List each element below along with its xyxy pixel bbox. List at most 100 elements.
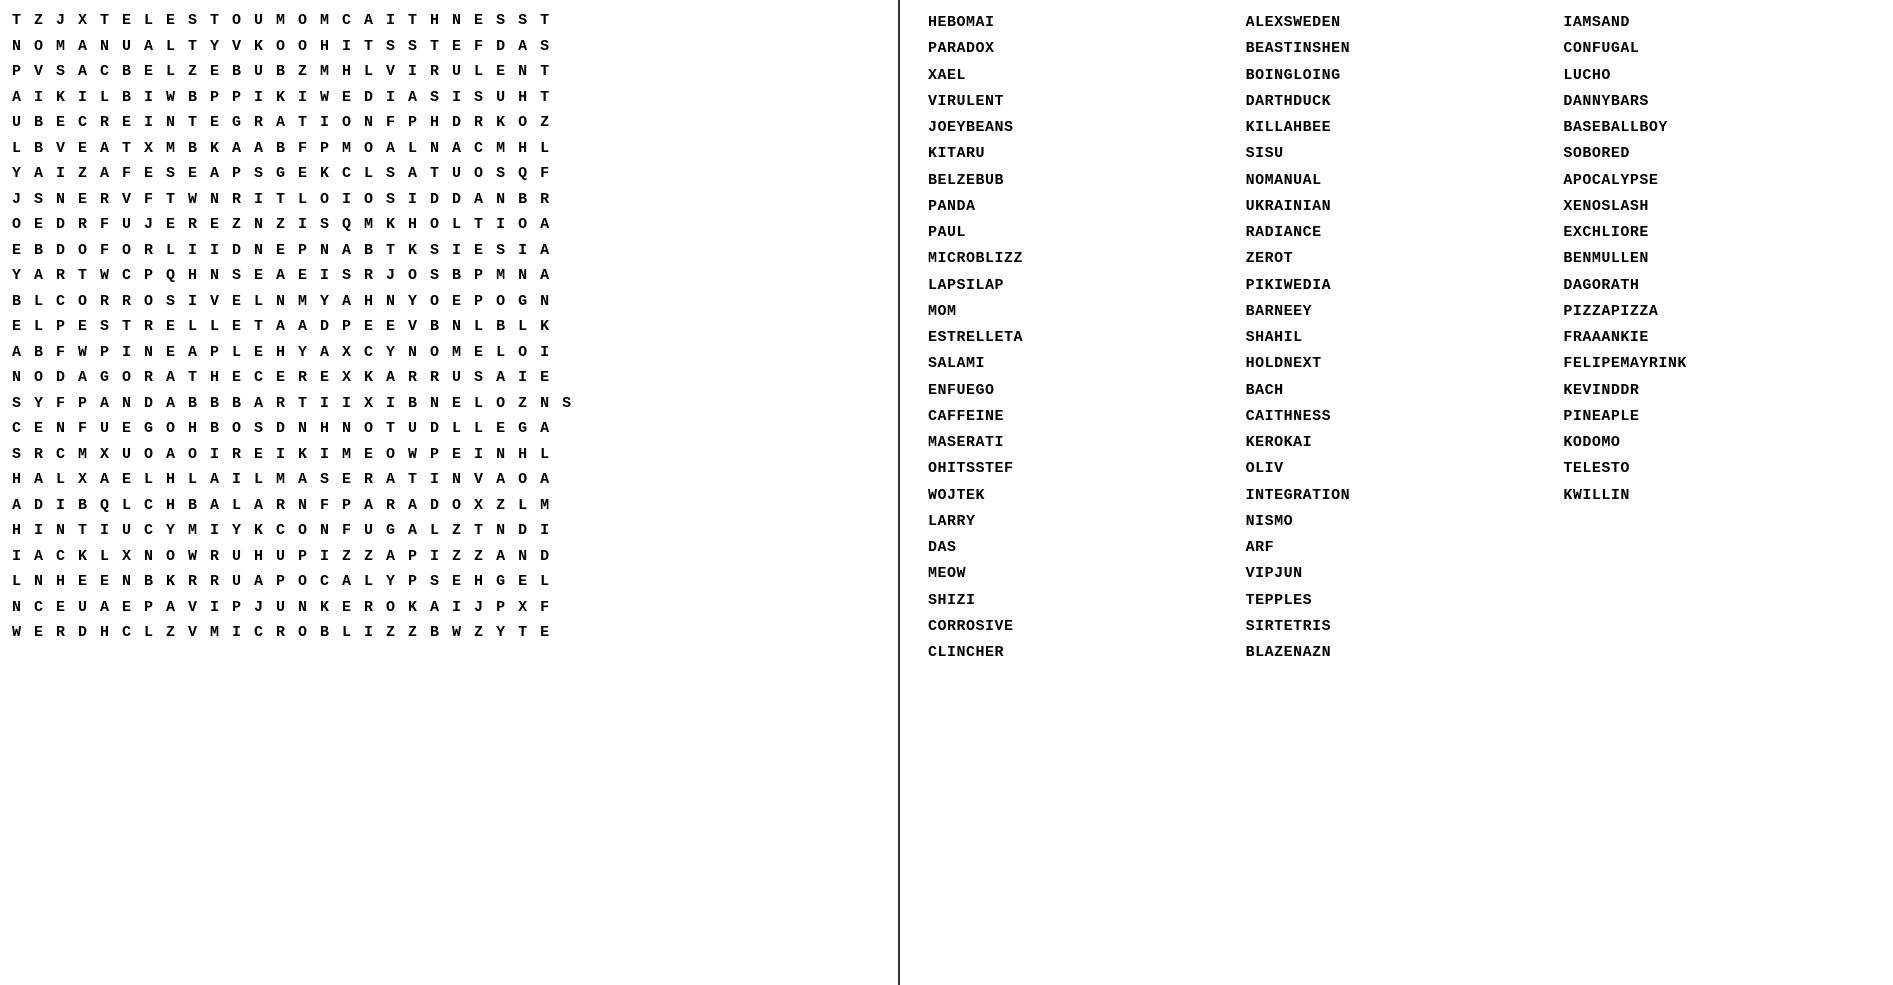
word-list-item: TELESTO: [1563, 456, 1865, 482]
word-list-col3: IAMSANDCONFUGALLUCHODANNYBARSBASEBALLBOY…: [1555, 8, 1873, 668]
word-list-item: CONFUGAL: [1563, 36, 1865, 62]
grid-row: H I N T I U C Y M I Y K C O N F U G A L …: [12, 518, 886, 544]
word-list-item: NOMANUAL: [1246, 168, 1548, 194]
word-list-item: PAUL: [928, 220, 1230, 246]
word-list-item: LUCHO: [1563, 63, 1865, 89]
word-list-item: MOM: [928, 299, 1230, 325]
grid-row: U B E C R E I N T E G R A T I O N F P H …: [12, 110, 886, 136]
word-list-item: VIPJUN: [1246, 561, 1548, 587]
grid-row: E B D O F O R L I I D N E P N A B T K S …: [12, 238, 886, 264]
word-list-item: DANNYBARS: [1563, 89, 1865, 115]
word-list-item: FRAAANKIE: [1563, 325, 1865, 351]
word-list-item: BACH: [1246, 378, 1548, 404]
word-list-item: RADIANCE: [1246, 220, 1548, 246]
word-list-panel: HEBOMAIPARADOXXAELVIRULENTJOEYBEANSKITAR…: [900, 0, 1893, 985]
grid-row: P V S A C B E L Z E B U B Z M H L V I R …: [12, 59, 886, 85]
grid-row: W E R D H C L Z V M I C R O B L I Z Z B …: [12, 620, 886, 646]
grid-row: A I K I L B I W B P P I K I W E D I A S …: [12, 85, 886, 111]
word-list-item: LAPSILAP: [928, 273, 1230, 299]
word-list-item: KEROKAI: [1246, 430, 1548, 456]
word-list-item: KEVINDDR: [1563, 378, 1865, 404]
word-list-item: OHITSSTEF: [928, 456, 1230, 482]
word-list-item: BARNEEY: [1246, 299, 1548, 325]
word-list-item: SIRTETRIS: [1246, 614, 1548, 640]
word-list-item: KITARU: [928, 141, 1230, 167]
word-list-item: LARRY: [928, 509, 1230, 535]
grid-row: S Y F P A N D A B B B A R T I I X I B N …: [12, 391, 886, 417]
word-list-item: PANDA: [928, 194, 1230, 220]
word-list-item: ESTRELLETA: [928, 325, 1230, 351]
grid-row: I A C K L X N O W R U H U P I Z Z A P I …: [12, 544, 886, 570]
word-list-item: MASERATI: [928, 430, 1230, 456]
word-list-item: KWILLIN: [1563, 483, 1865, 509]
word-list-col1: HEBOMAIPARADOXXAELVIRULENTJOEYBEANSKITAR…: [920, 8, 1238, 668]
grid-row: N O D A G O R A T H E C E R E X K A R R …: [12, 365, 886, 391]
word-list-item: PARADOX: [928, 36, 1230, 62]
word-list-item: PIZZAPIZZA: [1563, 299, 1865, 325]
grid-row: Y A I Z A F E S E A P S G E K C L S A T …: [12, 161, 886, 187]
word-list-item: CAITHNESS: [1246, 404, 1548, 430]
grid-row: Y A R T W C P Q H N S E A E I S R J O S …: [12, 263, 886, 289]
word-list-item: FELIPEMAYRINK: [1563, 351, 1865, 377]
word-list-item: BEASTINSHEN: [1246, 36, 1548, 62]
grid-row: A B F W P I N E A P L E H Y A X C Y N O …: [12, 340, 886, 366]
grid-row: E L P E S T R E L L E T A A D P E E V B …: [12, 314, 886, 340]
grid-letters: T Z J X T E L E S T O U M O M C A I T H …: [12, 8, 886, 646]
word-list-item: HEBOMAI: [928, 10, 1230, 36]
word-list-item: BELZEBUB: [928, 168, 1230, 194]
word-list-item: ALEXSWEDEN: [1246, 10, 1548, 36]
grid-row: L B V E A T X M B K A A B F P M O A L N …: [12, 136, 886, 162]
word-list-item: CORROSIVE: [928, 614, 1230, 640]
grid-row: L N H E E N B K R R U A P O C A L Y P S …: [12, 569, 886, 595]
word-list-item: APOCALYPSE: [1563, 168, 1865, 194]
word-list-item: CLINCHER: [928, 640, 1230, 666]
word-list-item: IAMSAND: [1563, 10, 1865, 36]
word-list-item: XENOSLASH: [1563, 194, 1865, 220]
word-list-item: BOINGLOING: [1246, 63, 1548, 89]
word-list-col2: ALEXSWEDENBEASTINSHENBOINGLOINGDARTHDUCK…: [1238, 8, 1556, 668]
word-list-item: BASEBALLBOY: [1563, 115, 1865, 141]
word-list-item: ARF: [1246, 535, 1548, 561]
word-list-item: ZEROT: [1246, 246, 1548, 272]
word-list-item: BLAZENAZN: [1246, 640, 1548, 666]
word-list-item: SISU: [1246, 141, 1548, 167]
word-list-item: ENFUEGO: [928, 378, 1230, 404]
grid-row: S R C M X U O A O I R E I K I M E O W P …: [12, 442, 886, 468]
word-list-item: MEOW: [928, 561, 1230, 587]
grid-row: J S N E R V F T W N R I T L O I O S I D …: [12, 187, 886, 213]
word-list-item: EXCHLIORE: [1563, 220, 1865, 246]
grid-row: O E D R F U J E R E Z N Z I S Q M K H O …: [12, 212, 886, 238]
word-list-item: KODOMO: [1563, 430, 1865, 456]
word-list-item: INTEGRATION: [1246, 483, 1548, 509]
word-list-item: SOBORED: [1563, 141, 1865, 167]
word-list-item: TEPPLES: [1246, 588, 1548, 614]
word-list-item: BENMULLEN: [1563, 246, 1865, 272]
word-list-item: DARTHDUCK: [1246, 89, 1548, 115]
grid-row: C E N F U E G O H B O S D N H N O T U D …: [12, 416, 886, 442]
grid-row: B L C O R R O S I V E L N M Y A H N Y O …: [12, 289, 886, 315]
word-list-item: SHAHIL: [1246, 325, 1548, 351]
grid-row: N O M A N U A L T Y V K O O H I T S S T …: [12, 34, 886, 60]
grid-row: T Z J X T E L E S T O U M O M C A I T H …: [12, 8, 886, 34]
grid-row: N C E U A E P A V I P J U N K E R O K A …: [12, 595, 886, 621]
word-list-item: HOLDNEXT: [1246, 351, 1548, 377]
word-list-item: XAEL: [928, 63, 1230, 89]
word-list-item: VIRULENT: [928, 89, 1230, 115]
word-list-item: WOJTEK: [928, 483, 1230, 509]
word-list-item: CAFFEINE: [928, 404, 1230, 430]
word-list-item: PIKIWEDIA: [1246, 273, 1548, 299]
grid-row: A D I B Q L C H B A L A R N F P A R A D …: [12, 493, 886, 519]
grid-row: H A L X A E L H L A I L M A S E R A T I …: [12, 467, 886, 493]
word-list-item: SHIZI: [928, 588, 1230, 614]
word-list-item: NISMO: [1246, 509, 1548, 535]
word-list-item: JOEYBEANS: [928, 115, 1230, 141]
word-list-item: DAS: [928, 535, 1230, 561]
word-list-item: PINEAPLE: [1563, 404, 1865, 430]
word-list-item: KILLAHBEE: [1246, 115, 1548, 141]
word-list-item: DAGORATH: [1563, 273, 1865, 299]
word-list-item: OLIV: [1246, 456, 1548, 482]
word-list-item: MICROBLIZZ: [928, 246, 1230, 272]
word-list-item: UKRAINIAN: [1246, 194, 1548, 220]
word-search-grid: T Z J X T E L E S T O U M O M C A I T H …: [0, 0, 900, 985]
word-list-item: SALAMI: [928, 351, 1230, 377]
